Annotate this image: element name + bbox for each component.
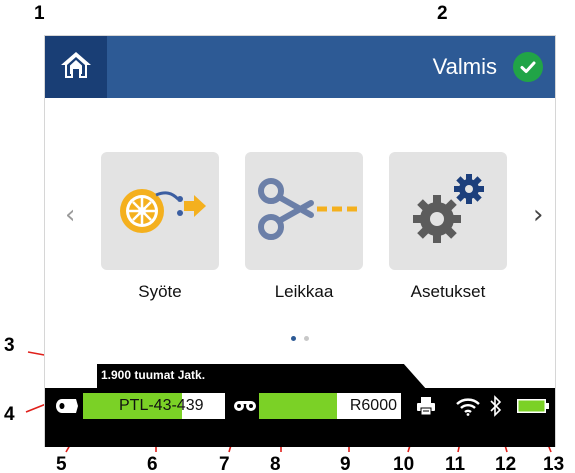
callout-9: 9 [340, 454, 351, 473]
page-dot[interactable] [304, 336, 309, 341]
callout-10: 10 [393, 454, 415, 473]
ribbon-icon [231, 393, 259, 419]
status-text: Valmis [432, 54, 497, 79]
callout-4: 4 [4, 404, 15, 425]
leader-line-4 [25, 403, 47, 413]
feed-tile-label: Syöte [138, 282, 182, 301]
printer-icon[interactable] [413, 393, 439, 419]
label-part-number: PTL-43-439 [119, 397, 204, 414]
callout-12: 12 [495, 454, 517, 473]
callout-1: 1 [34, 3, 45, 24]
check-icon [513, 52, 543, 82]
battery-icon [515, 393, 551, 419]
wifi-icon[interactable] [453, 393, 483, 419]
chevron-right-icon[interactable]: › [533, 202, 543, 228]
feed-tile[interactable]: Syöte [101, 152, 219, 302]
feed-tile-box [101, 152, 219, 270]
callout-2: 2 [437, 3, 448, 24]
settings-tile-box [389, 152, 507, 270]
ribbon-part-number: R6000 [349, 397, 397, 414]
battery-level-fill [518, 400, 545, 412]
cut-tile-label: Leikkaa [274, 282, 334, 301]
callout-7: 7 [219, 454, 230, 473]
callout-5: 5 [56, 454, 67, 473]
cut-tile-box [245, 152, 363, 270]
ribbon-gauge[interactable]: R6000 [259, 393, 401, 419]
home-button[interactable] [45, 36, 107, 98]
scissors-icon [249, 169, 359, 254]
page-dot-active[interactable] [291, 336, 296, 341]
header-bar: Valmis [45, 36, 555, 98]
callout-13: 13 [543, 454, 565, 473]
home-icon [59, 49, 93, 86]
gears-icon [403, 169, 493, 254]
callout-8: 8 [270, 454, 281, 473]
settings-tile-label: Asetukset [410, 282, 486, 301]
bluetooth-icon[interactable] [487, 393, 505, 419]
callout-6: 6 [147, 454, 158, 473]
chevron-left-icon[interactable]: ‹ [65, 202, 75, 228]
ribbon-gauge-fill [259, 393, 338, 419]
feed-icon [110, 169, 210, 254]
label-length-text: 1.900 tuumat Jatk. [101, 368, 206, 382]
callout-11: 11 [445, 454, 466, 473]
printer-touchscreen: Valmis ‹ › Syöte Leikkaa Asetukset 1.900… [44, 35, 556, 447]
cut-tile[interactable]: Leikkaa [245, 152, 363, 302]
label-gauge[interactable]: PTL-43-439 [83, 393, 225, 419]
page-indicator [291, 336, 309, 341]
callout-3: 3 [4, 335, 15, 356]
settings-tile[interactable]: Asetukset [389, 152, 507, 302]
label-roll-icon [53, 393, 81, 419]
